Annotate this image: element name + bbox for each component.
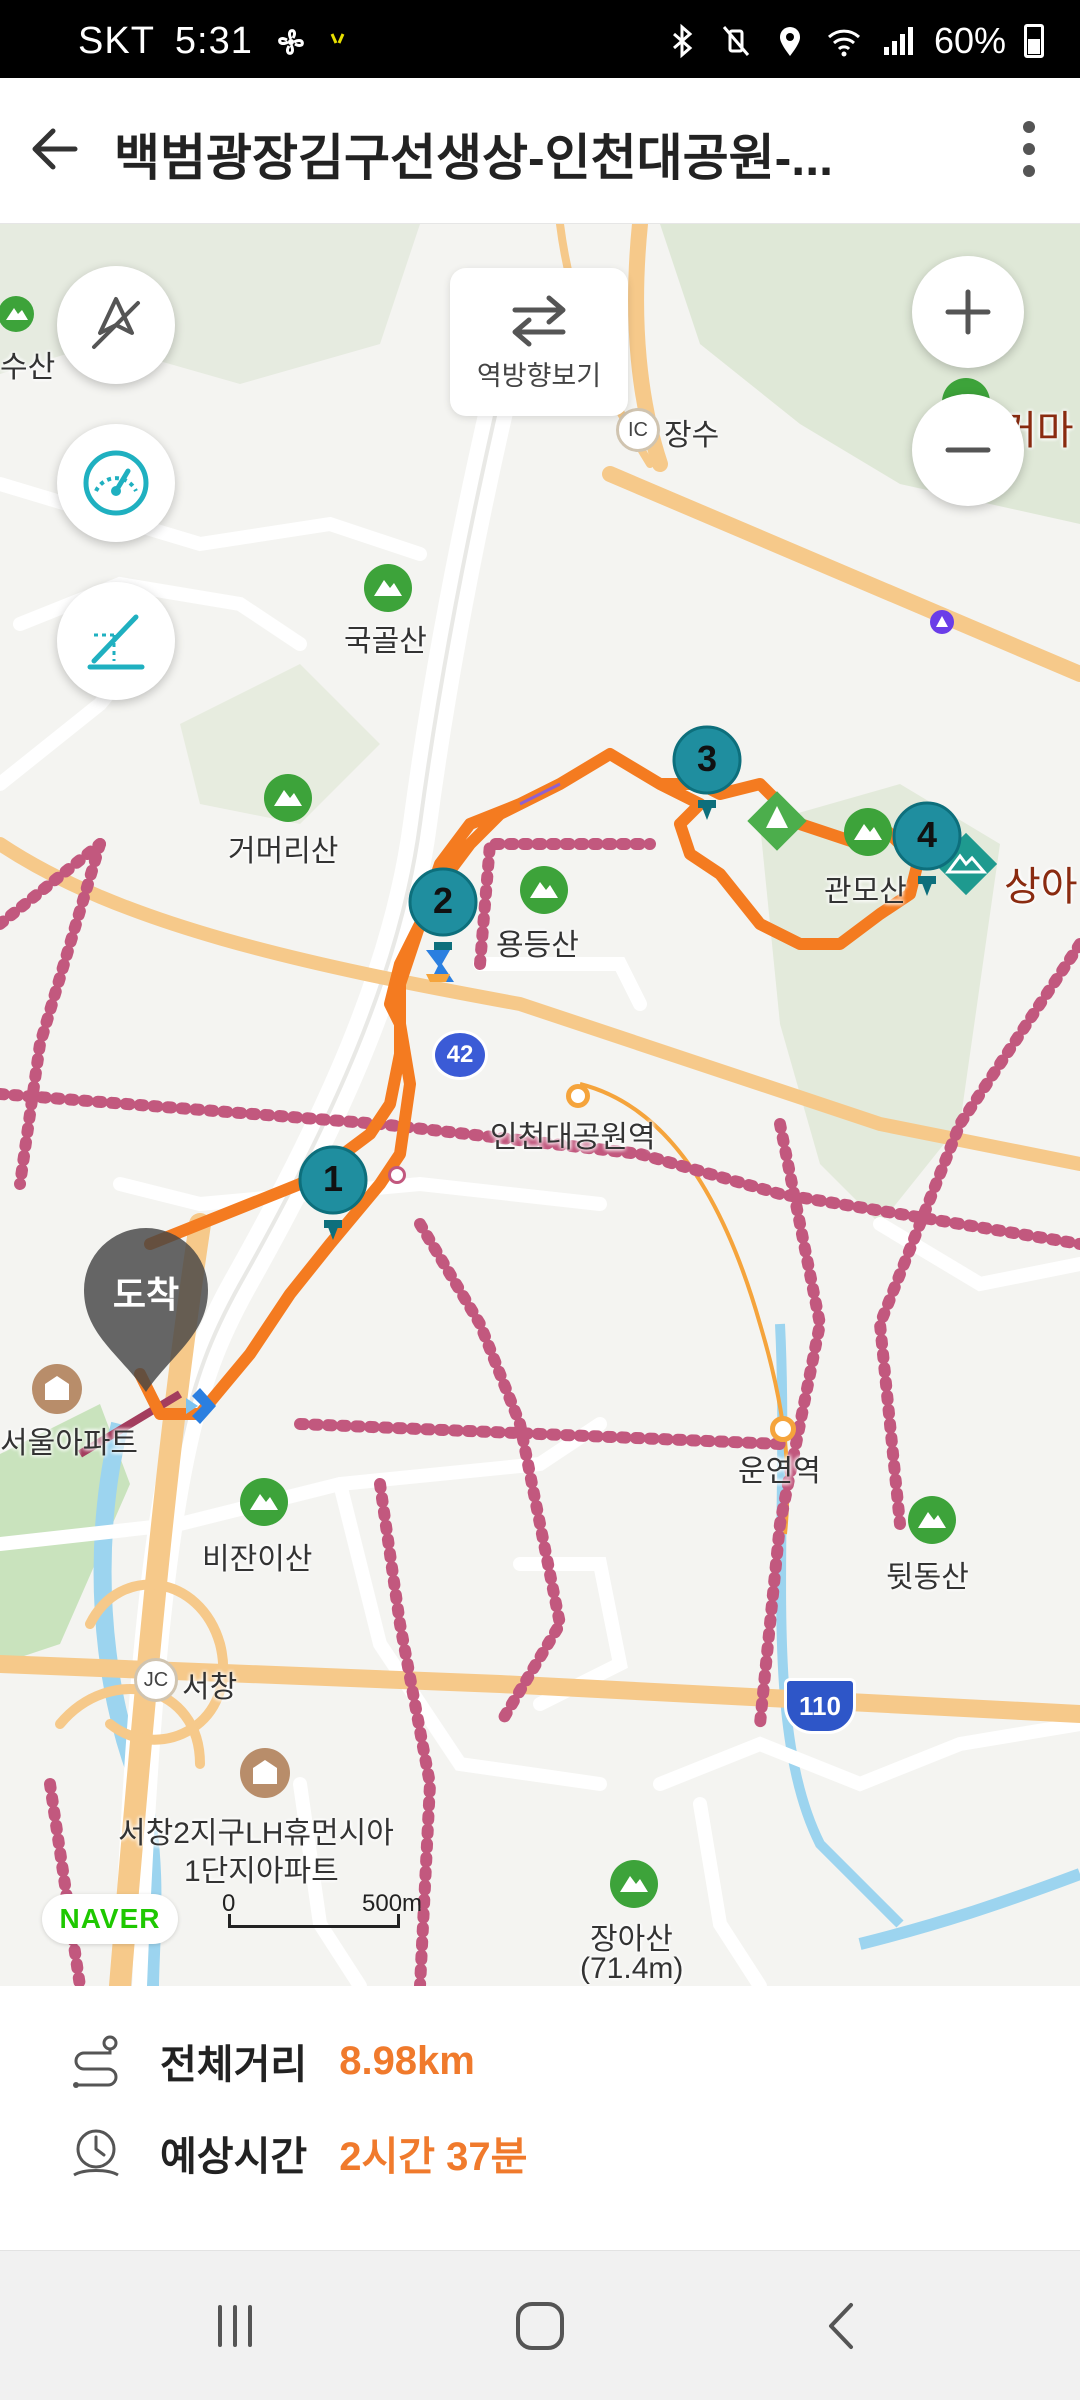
- apartment-poi-icon: [32, 1364, 82, 1414]
- map-label-seochang-apt-2: 1단지아파트: [184, 1855, 339, 1888]
- battery-percent: 60%: [933, 20, 1006, 61]
- page-title: 백범광장김구선생상-인천대공원-...: [114, 130, 833, 186]
- wifi-icon: [827, 29, 860, 57]
- app-header: 백범광장김구선생상-인천대공원-...: [0, 78, 1080, 224]
- recent-apps-icon: [218, 2305, 252, 2347]
- map-label-susan: 수산: [0, 351, 56, 384]
- station-marker: [566, 1084, 590, 1108]
- map-label-seoul-apt: 서울아파트: [0, 1427, 138, 1460]
- waypoint-number: 4: [916, 814, 938, 855]
- elevation-button[interactable]: [57, 582, 175, 700]
- route-info-panel: 전체거리 8.98km 예상시간 2시간 37분: [0, 1986, 1080, 2250]
- speedometer-icon: [83, 450, 149, 516]
- carrier-label: SKT: [78, 20, 155, 62]
- fan-icon: [278, 28, 304, 55]
- more-vertical-icon: [1023, 121, 1035, 177]
- home-button[interactable]: [495, 2286, 585, 2366]
- distance-label: 전체거리: [160, 2043, 308, 2087]
- waypoint-number: 1: [322, 1158, 344, 1199]
- map-label-yongdeungsan: 용등산: [496, 929, 579, 962]
- mountain-marker-icon: [364, 564, 412, 612]
- map-label-unyeon-station: 운연역: [738, 1455, 821, 1488]
- distance-row: 전체거리 8.98km: [60, 2026, 475, 2096]
- status-left: SKT 5:31: [78, 20, 347, 63]
- map-label-gukgolsan: 국골산: [344, 625, 427, 658]
- map-label-incheon-park-station: 인천대공원역: [490, 1121, 656, 1154]
- route-42-badge: 42: [432, 1030, 488, 1080]
- station-marker: [388, 1166, 406, 1184]
- forest-poi-icon: [747, 791, 807, 851]
- route-distance-icon: [60, 2031, 132, 2091]
- compass-toggle-button[interactable]: [57, 266, 175, 384]
- jc-badge: JC: [134, 1658, 178, 1702]
- back-button[interactable]: [20, 114, 90, 184]
- app-root: SKT 5:31 60% 백범광장김구선생상-인천대공원-... 42 110 …: [0, 0, 1080, 2400]
- bluetooth-icon: [672, 23, 693, 59]
- route-110-badge: 110: [784, 1678, 856, 1734]
- map-label-dwitdongsan: 뒷동산: [886, 1561, 969, 1594]
- mountain-marker-icon: [240, 1478, 288, 1526]
- reverse-direction-button[interactable]: 역방향보기: [450, 268, 628, 416]
- system-back-button[interactable]: [796, 2286, 886, 2366]
- status-bar: SKT 5:31 60%: [0, 0, 1080, 78]
- apartment-poi-icon: [240, 1748, 290, 1798]
- naver-logo: NAVER: [42, 1894, 178, 1944]
- time-label: 예상시간: [160, 2135, 308, 2179]
- back-chevron-icon: [829, 2303, 853, 2349]
- map-label-geomeorisan: 거머리산: [228, 835, 339, 868]
- compass-off-icon: [92, 297, 140, 349]
- location-icon: [779, 27, 800, 56]
- vibrate-mute-icon: [722, 26, 750, 56]
- more-menu-button[interactable]: [994, 114, 1064, 184]
- time-value: 2시간 37분: [339, 2135, 528, 2179]
- mountain-marker-icon: [520, 866, 568, 914]
- waypoint-marker-4[interactable]: 4: [892, 798, 962, 898]
- notification-icon: [330, 32, 345, 44]
- map-label-bijanisan: 비잔이산: [202, 1543, 313, 1576]
- mountain-marker-icon: [908, 1496, 956, 1544]
- mountain-marker-icon: [0, 296, 34, 332]
- minus-icon: [945, 447, 991, 453]
- scale-bar: [228, 1914, 400, 1928]
- route-map[interactable]: 42 110 IC JC 수산 장수 거마 국골산 거머리산 용등산 관모산 상…: [0, 224, 1080, 1986]
- station-marker: [770, 1416, 796, 1442]
- time-row: 예상시간 2시간 37분: [60, 2118, 527, 2188]
- waypoint-marker-1[interactable]: 1: [298, 1142, 368, 1242]
- elevation-profile-icon: [87, 614, 145, 670]
- distance-value: 8.98km: [339, 2038, 475, 2083]
- arrival-marker[interactable]: 도착: [80, 1224, 212, 1394]
- arrival-label: 도착: [112, 1274, 180, 1315]
- direction-arrow-icon: [426, 950, 454, 982]
- swap-arrows-icon: [512, 295, 566, 346]
- speed-button[interactable]: [57, 424, 175, 542]
- mountain-marker-icon: [264, 774, 312, 822]
- plus-icon: [945, 289, 991, 335]
- zoom-in-button[interactable]: [912, 256, 1024, 368]
- waypoint-marker-3[interactable]: 3: [672, 722, 742, 822]
- system-nav-bar: [0, 2250, 1080, 2400]
- waypoint-number: 2: [432, 880, 454, 921]
- map-label-jangasan-height: (71.4m): [580, 1952, 684, 1985]
- map-label-seochang: 서창: [182, 1671, 238, 1704]
- signal-icon: [883, 27, 913, 55]
- ic-badge: IC: [616, 408, 660, 452]
- home-icon: [516, 2302, 564, 2350]
- camp-poi-icon: [930, 610, 954, 634]
- recent-apps-button[interactable]: [190, 2286, 280, 2366]
- clock-history-icon: [60, 2123, 132, 2183]
- reverse-direction-label: 역방향보기: [476, 360, 602, 391]
- clock: 5:31: [174, 20, 253, 62]
- status-right: 60%: [664, 20, 1044, 62]
- mountain-marker-icon: [610, 1860, 658, 1908]
- arrow-left-icon: [32, 128, 78, 170]
- zoom-out-button[interactable]: [912, 394, 1024, 506]
- mountain-marker-icon: [844, 808, 892, 856]
- map-label-sanga: 상아: [1004, 865, 1078, 909]
- battery-icon: [1024, 24, 1044, 58]
- waypoint-number: 3: [696, 738, 718, 779]
- map-label-jangsu: 장수: [664, 419, 720, 452]
